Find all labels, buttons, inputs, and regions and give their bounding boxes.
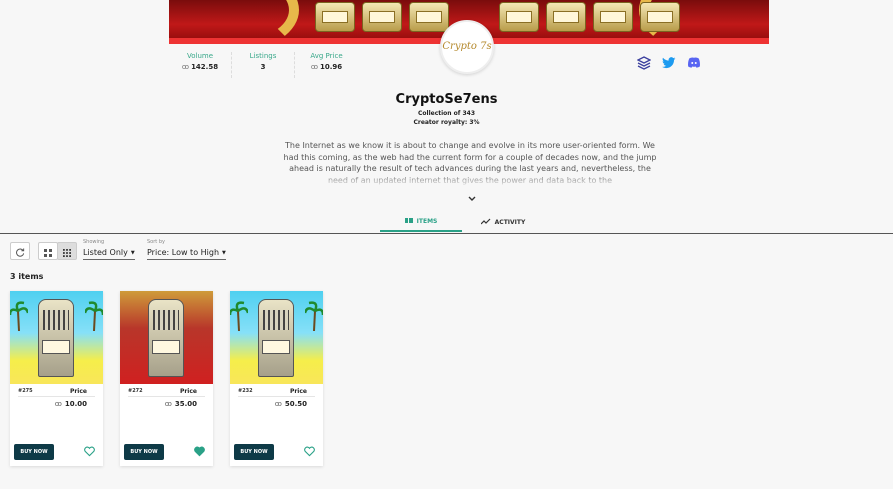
banner-slot-machine — [362, 2, 402, 32]
currency-icon: ꝏ — [54, 400, 62, 408]
nft-image[interactable] — [10, 291, 103, 384]
showing-filter[interactable]: Showing Listed Only ▼ — [83, 239, 135, 260]
stat-listings: Listings 3 — [232, 52, 295, 78]
nft-id: #232 — [238, 388, 253, 394]
collection-stats: Volume ꝏ 142.58 Listings 3 Avg Price ꝏ 10.… — [169, 52, 358, 82]
heart-icon[interactable] — [304, 446, 315, 457]
refresh-icon — [15, 242, 25, 261]
stat-value: ꝏ 10.96 — [295, 63, 358, 71]
banner-slot-machine — [315, 2, 355, 32]
banner-slot-machine — [409, 2, 449, 32]
currency-icon: ꝏ — [181, 63, 190, 71]
card-meta: #232 Price ꝏ 50.50 — [230, 384, 323, 424]
banner-slot-machine — [593, 2, 633, 32]
stat-value: 3 — [232, 63, 294, 71]
currency-icon: ꝏ — [274, 400, 282, 408]
chevron-down-icon[interactable] — [468, 196, 476, 204]
banner-slot-machine — [499, 2, 539, 32]
price-value: 50.50 — [284, 400, 307, 408]
grid-small-icon — [63, 242, 71, 261]
nft-image[interactable] — [120, 291, 213, 384]
slot-machine — [148, 299, 184, 377]
banner-slot-machine — [546, 2, 586, 32]
meta-divider — [128, 396, 205, 397]
activity-icon — [480, 218, 491, 227]
section-divider — [0, 233, 893, 234]
price-label: Price — [179, 388, 197, 395]
buy-now-button[interactable]: BUY NOW — [14, 444, 54, 460]
card-meta: #272 Price ꝏ 35.00 — [120, 384, 213, 424]
collection-size: Collection of 343 — [417, 110, 476, 117]
heart-icon[interactable] — [84, 446, 95, 457]
price-label: Price — [289, 388, 307, 395]
items-count: 3 items — [10, 272, 44, 281]
stat-label: Listings — [249, 52, 277, 60]
items-icon — [404, 217, 413, 226]
nft-id: #275 — [18, 388, 33, 394]
stat-number: 10.96 — [319, 63, 343, 71]
description-fade — [280, 172, 660, 188]
stat-number: 3 — [260, 63, 266, 71]
sort-filter[interactable]: Sort by Price: Low to High ▼ — [147, 239, 226, 260]
stat-avg-price: Avg Price ꝏ 10.96 — [295, 52, 358, 78]
palm-tree-icon — [230, 301, 248, 331]
stat-label: Volume — [186, 52, 214, 60]
select-value: Listed Only — [83, 248, 128, 257]
stat-volume: Volume ꝏ 142.58 — [169, 52, 232, 78]
social-links — [636, 55, 702, 71]
buy-now-button[interactable]: BUY NOW — [234, 444, 274, 460]
nft-id: #272 — [128, 388, 143, 394]
grid-icon — [44, 242, 52, 261]
caret-down-icon: ▼ — [130, 249, 135, 256]
nft-price: ꝏ 35.00 — [165, 400, 197, 408]
tab-activity[interactable]: ACTIVITY — [462, 212, 544, 232]
card-meta: #275 Price ꝏ 10.00 — [10, 384, 103, 424]
slot-machine — [38, 299, 74, 377]
select-value: Price: Low to High — [147, 248, 220, 257]
stack-icon[interactable] — [636, 55, 652, 71]
stat-label: Avg Price — [310, 52, 343, 60]
palm-tree-icon — [85, 301, 103, 331]
stat-number: 142.58 — [191, 63, 219, 71]
price-value: 10.00 — [64, 400, 87, 408]
caret-down-icon: ▼ — [222, 249, 226, 256]
nft-price: ꝏ 50.50 — [275, 400, 307, 408]
buy-now-button[interactable]: BUY NOW — [124, 444, 164, 460]
showing-select[interactable]: Listed Only ▼ — [83, 248, 135, 260]
discord-icon[interactable] — [686, 55, 702, 71]
large-grid-button[interactable] — [38, 242, 58, 260]
tab-label: ITEMS — [416, 217, 438, 225]
meta-divider — [238, 396, 315, 397]
meta-divider — [18, 396, 95, 397]
nft-price: ꝏ 10.00 — [55, 400, 87, 408]
currency-icon: ꝏ — [164, 400, 172, 408]
price-value: 35.00 — [174, 400, 197, 408]
twitter-icon[interactable] — [661, 55, 677, 71]
stat-value: ꝏ 142.58 — [169, 63, 231, 71]
currency-icon: ꝏ — [310, 63, 318, 71]
palm-tree-icon — [10, 301, 28, 331]
heart-filled-icon[interactable] — [194, 446, 205, 457]
tab-label: ACTIVITY — [494, 218, 526, 226]
logo-text: Crypto 7s — [442, 41, 492, 52]
collection-title: CryptoSe7ens — [395, 92, 498, 107]
palm-tree-icon — [305, 301, 323, 331]
nft-card[interactable]: #275 Price ꝏ 10.00 BUY NOW — [10, 291, 103, 466]
filter-label: Showing — [83, 239, 105, 245]
nft-card[interactable]: #272 Price ꝏ 35.00 BUY NOW — [120, 291, 213, 466]
price-label: Price — [69, 388, 87, 395]
tab-items[interactable]: ITEMS — [380, 212, 462, 232]
sort-select[interactable]: Price: Low to High ▼ — [147, 248, 226, 260]
nft-image[interactable] — [230, 291, 323, 384]
small-grid-button[interactable] — [57, 242, 77, 260]
creator-royalty: Creator royalty: 3% — [413, 119, 480, 126]
banner-slot-machine — [640, 2, 680, 32]
nft-card[interactable]: #232 Price ꝏ 50.50 BUY NOW — [230, 291, 323, 466]
refresh-button[interactable] — [10, 242, 30, 260]
collection-tabs: ITEMS ACTIVITY — [380, 212, 544, 232]
slot-machine — [258, 299, 294, 377]
collection-logo: Crypto 7s — [440, 20, 494, 74]
filter-label: Sort by — [147, 239, 165, 245]
